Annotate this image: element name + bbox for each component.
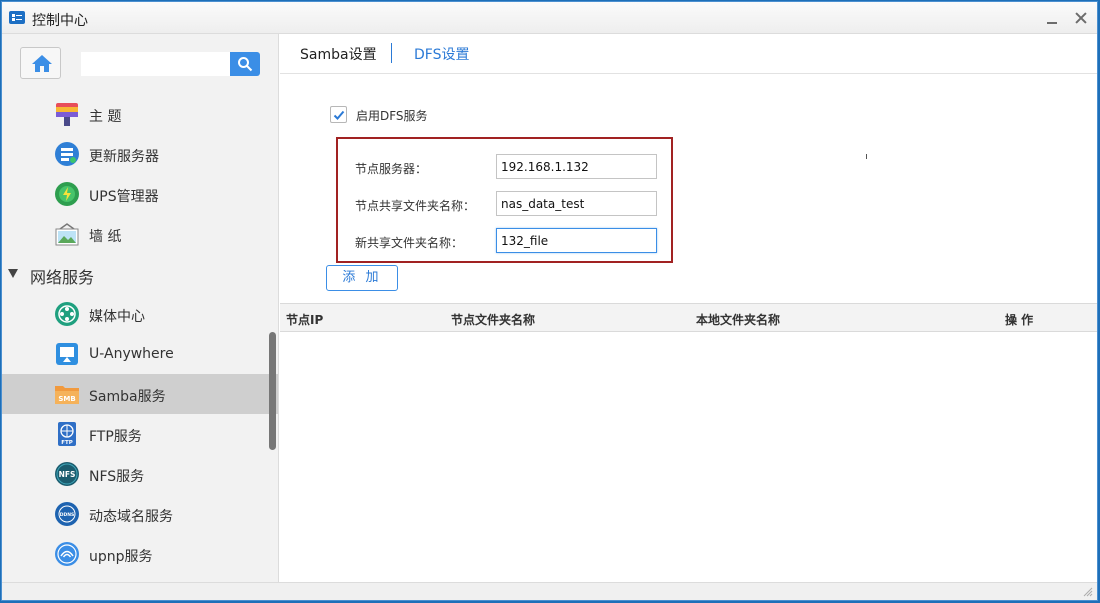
update-server-icon <box>55 142 79 166</box>
node-server-label: 节点服务器： <box>355 162 428 176</box>
column-header-node-ip[interactable]: 节点IP <box>286 311 323 328</box>
node-server-input[interactable] <box>496 154 657 179</box>
sidebar-group-network-services[interactable]: 网络服务 <box>2 256 278 292</box>
sidebar-item-label: FTP服务 <box>89 429 142 445</box>
enable-dfs-label: 启用DFS服务 <box>356 109 428 123</box>
sidebar-scrollbar[interactable] <box>269 332 276 450</box>
sidebar-group-label: 网络服务 <box>30 268 95 287</box>
node-share-folder-label: 节点共享文件夹名称： <box>355 199 476 213</box>
sidebar-item-label: U-Anywhere <box>89 346 174 362</box>
status-bar <box>2 582 1097 600</box>
control-center-app-icon <box>9 11 25 24</box>
home-button[interactable] <box>20 47 61 79</box>
nfs-icon-text: NFS <box>59 470 76 479</box>
minimize-button[interactable] <box>1044 10 1060 26</box>
add-button[interactable]: 添 加 <box>326 265 398 291</box>
media-center-icon <box>55 302 79 326</box>
resize-grip-icon[interactable] <box>1083 587 1093 597</box>
dfs-table-header: 节点IP 节点文件夹名称 本地文件夹名称 操 作 <box>280 303 1097 332</box>
upnp-icon <box>55 542 79 566</box>
sidebar-item-label: 墙 纸 <box>89 229 122 245</box>
sidebar-item-upnp[interactable]: upnp服务 <box>2 534 278 574</box>
wallpaper-icon <box>55 223 79 246</box>
u-anywhere-icon <box>56 343 78 365</box>
enable-dfs-checkbox[interactable] <box>330 106 347 123</box>
smb-icon: SMB <box>55 386 79 404</box>
sidebar-item-label: 动态域名服务 <box>89 509 173 525</box>
column-header-node-folder[interactable]: 节点文件夹名称 <box>451 311 535 328</box>
stray-mark <box>866 154 867 159</box>
sidebar-item-label: NFS服务 <box>89 469 145 485</box>
sidebar-item-update-server[interactable]: 更新服务器 <box>2 134 278 174</box>
sidebar-item-label: 更新服务器 <box>89 149 159 165</box>
smb-icon-text: SMB <box>58 395 75 403</box>
search-button[interactable] <box>230 52 260 76</box>
tab-dfs-settings[interactable]: DFS设置 <box>414 44 469 64</box>
sidebar-item-ddns[interactable]: DDNS 动态域名服务 <box>2 494 278 534</box>
tab-separator <box>391 43 392 63</box>
node-share-folder-input[interactable] <box>496 191 657 216</box>
control-center-window: 控制中心 主 题 更新服务器 UPS管理器 墙 纸 网络服务 媒体中心 U-An… <box>1 1 1098 601</box>
tab-samba-settings[interactable]: Samba设置 <box>300 44 377 64</box>
home-icon <box>32 55 52 72</box>
chevron-down-icon <box>8 269 18 278</box>
title-bar: 控制中心 <box>2 2 1097 34</box>
sidebar-item-theme[interactable]: 主 题 <box>2 94 278 134</box>
sidebar-item-label: Samba服务 <box>89 389 166 405</box>
sidebar: 主 题 更新服务器 UPS管理器 墙 纸 网络服务 媒体中心 U-Anywher… <box>2 34 279 582</box>
ups-icon <box>55 182 79 206</box>
close-button[interactable] <box>1073 10 1089 26</box>
ddns-icon: DDNS <box>55 502 79 526</box>
column-header-actions[interactable]: 操 作 <box>1005 311 1033 328</box>
new-share-folder-input[interactable] <box>496 228 657 253</box>
search-icon <box>238 57 253 72</box>
theme-icon <box>56 103 78 126</box>
tab-bar: Samba设置 DFS设置 <box>280 34 1097 74</box>
sidebar-item-label: UPS管理器 <box>89 189 159 205</box>
sidebar-search-input[interactable] <box>81 52 231 76</box>
sidebar-item-label: 媒体中心 <box>89 309 145 325</box>
window-title: 控制中心 <box>32 13 88 29</box>
ftp-icon: FTP <box>58 422 76 446</box>
sidebar-item-media-center[interactable]: 媒体中心 <box>2 294 278 334</box>
sidebar-item-label: upnp服务 <box>89 549 153 565</box>
nfs-icon: NFS <box>55 462 79 486</box>
sidebar-item-samba[interactable]: SMB Samba服务 <box>2 374 278 414</box>
sidebar-item-u-anywhere[interactable]: U-Anywhere <box>2 334 278 374</box>
sidebar-item-ftp[interactable]: FTP FTP服务 <box>2 414 278 454</box>
main-panel: Samba设置 DFS设置 启用DFS服务 节点服务器： 节点共享文件夹名称： … <box>280 34 1097 582</box>
ddns-icon-text: DDNS <box>60 512 74 518</box>
sidebar-item-ups[interactable]: UPS管理器 <box>2 174 278 214</box>
checkmark-icon <box>333 110 345 120</box>
sidebar-item-wallpaper[interactable]: 墙 纸 <box>2 214 278 254</box>
ftp-icon-text: FTP <box>61 440 73 446</box>
column-header-local-folder[interactable]: 本地文件夹名称 <box>696 311 780 328</box>
sidebar-item-nfs[interactable]: NFS NFS服务 <box>2 454 278 494</box>
sidebar-item-label: 主 题 <box>89 109 122 125</box>
new-share-folder-label: 新共享文件夹名称： <box>355 236 464 250</box>
